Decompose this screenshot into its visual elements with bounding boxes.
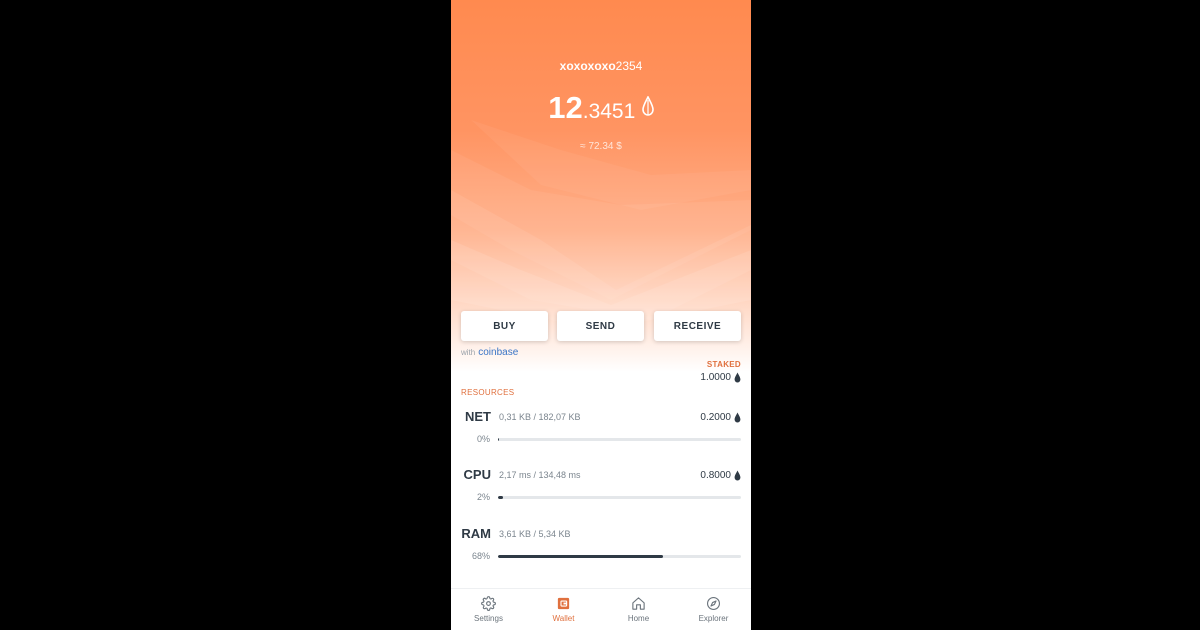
resource-ram: RAM 3,61 KB / 5,34 KB 68% [451, 526, 751, 576]
resource-usage: 2,17 ms / 134,48 ms [499, 470, 581, 480]
compass-icon [707, 597, 720, 610]
tab-label: Settings [474, 614, 503, 623]
resource-bar-track [498, 555, 741, 558]
resource-net: NET 0,31 KB / 182,07 KB 0.2000 0% [451, 409, 751, 459]
balance-decimal: .3451 [582, 100, 636, 123]
tab-label: Wallet [552, 614, 575, 623]
resource-stake-amount: 0.2000 [700, 412, 731, 423]
staked-value: 1.0000 [700, 372, 741, 383]
account-name: xoxoxoxo2354 [451, 59, 751, 73]
with-label: with [461, 348, 476, 357]
resource-bar-track [498, 496, 741, 499]
gear-icon [481, 596, 496, 611]
send-button[interactable]: SEND [557, 311, 644, 341]
resource-cpu: CPU 2,17 ms / 134,48 ms 0.8000 2% [451, 467, 751, 517]
balance-integer: 12 [548, 90, 583, 125]
tab-label: Explorer [698, 614, 729, 623]
resource-name: RAM [461, 526, 491, 541]
resource-name: CPU [463, 467, 491, 482]
resource-bar-fill [498, 555, 664, 558]
resource-bar-fill [498, 496, 503, 499]
resource-usage: 0,31 KB / 182,07 KB [499, 412, 581, 422]
token-balance: 12.3451 [451, 90, 751, 126]
resource-bar-track [498, 438, 741, 441]
buy-provider-note: with coinbase [461, 347, 518, 358]
fiat-value: ≈ 72.34 $ [580, 141, 622, 152]
bottom-tab-bar: Settings Wallet Home Explorer [451, 588, 751, 630]
coinbase-logo: coinbase [478, 347, 519, 358]
wallet-icon [557, 597, 570, 610]
resource-usage: 3,61 KB / 5,34 KB [499, 529, 571, 539]
resource-stake: 0.8000 [700, 470, 741, 481]
resource-name: NET [465, 409, 491, 424]
resources-label: RESOURCES [461, 388, 515, 397]
resource-percent: 0% [476, 434, 490, 444]
tab-label: Home [627, 614, 650, 623]
tab-home[interactable]: Home [601, 589, 676, 630]
resource-stake-amount: 0.8000 [700, 470, 731, 481]
tab-wallet[interactable]: Wallet [526, 589, 601, 630]
tab-settings[interactable]: Settings [451, 589, 526, 630]
resource-percent: 2% [476, 492, 490, 502]
account-name-suffix: 2354 [615, 59, 643, 73]
staked-label: STAKED [706, 360, 741, 369]
home-icon [632, 597, 645, 610]
eos-drop-icon [734, 470, 741, 481]
eos-drop-icon [734, 372, 741, 383]
account-name-prefix: xoxoxoxo [559, 59, 616, 73]
resource-percent: 68% [471, 551, 490, 561]
resource-bar-fill [498, 438, 500, 441]
wallet-screen: xoxoxoxo2354 12.3451 ≈ 72.34 $ BUY SEND … [451, 0, 751, 630]
receive-button[interactable]: RECEIVE [654, 311, 741, 341]
eos-drop-icon [641, 95, 654, 121]
tab-explorer[interactable]: Explorer [676, 589, 751, 630]
resource-stake: 0.2000 [700, 412, 741, 423]
eos-drop-icon [734, 412, 741, 423]
staked-amount: 1.0000 [700, 372, 731, 383]
buy-button[interactable]: BUY [461, 311, 548, 341]
